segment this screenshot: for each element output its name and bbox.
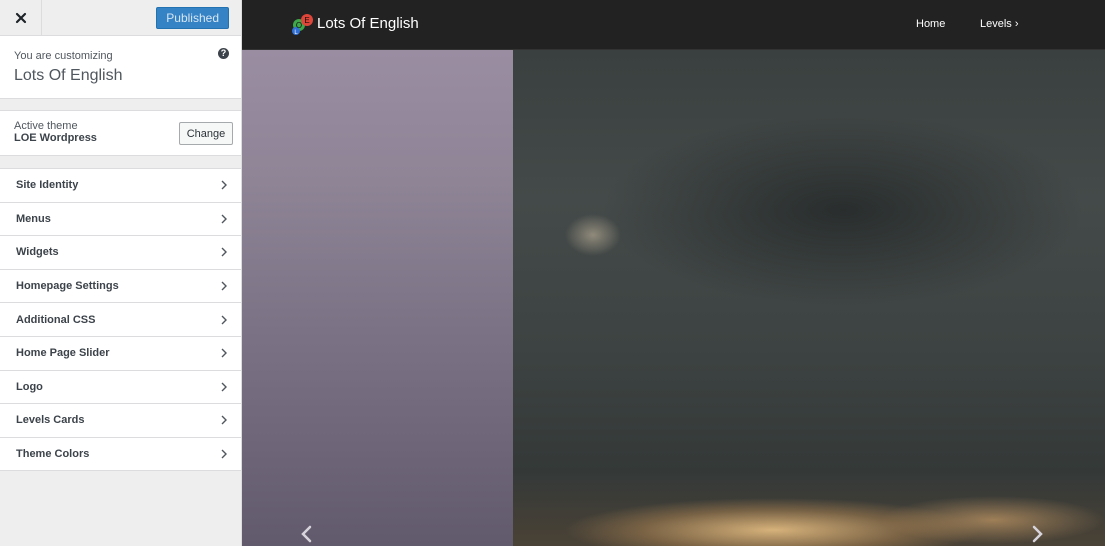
help-icon[interactable]: ? [218, 48, 229, 59]
site-navbar: O E L Lots Of English Home Levels › [242, 0, 1105, 50]
customize-info: You are customizing Lots Of English ? [0, 36, 241, 99]
panel-theme-colors[interactable]: Theme Colors [0, 437, 241, 472]
chevron-right-icon[interactable] [1032, 525, 1044, 543]
panel-label: Additional CSS [16, 313, 96, 326]
panel-homepage-settings[interactable]: Homepage Settings [0, 269, 241, 304]
customizer-header: Published [0, 0, 241, 36]
active-theme-label: Active theme [14, 120, 78, 132]
chevron-right-icon [221, 382, 227, 392]
chevron-right-icon [221, 281, 227, 291]
panel-label: Home Page Slider [16, 347, 110, 360]
customizer-panel-list: Site Identity Menus Widgets Homepage Set… [0, 168, 241, 472]
panel-label: Homepage Settings [16, 280, 119, 293]
panel-menus[interactable]: Menus [0, 202, 241, 237]
customizing-label: You are customizing [14, 50, 113, 62]
slider-image-left [242, 50, 513, 546]
panel-logo[interactable]: Logo [0, 370, 241, 405]
site-logo[interactable]: O E L [290, 13, 316, 37]
slider-image-sky [513, 50, 1105, 546]
chevron-right-icon [221, 180, 227, 190]
panel-widgets[interactable]: Widgets [0, 236, 241, 270]
close-icon [15, 12, 26, 24]
panel-label: Theme Colors [16, 448, 90, 461]
close-customizer-button[interactable] [0, 0, 42, 36]
nav-home-link[interactable]: Home [916, 18, 945, 30]
chevron-right-icon [221, 348, 227, 358]
chevron-right-icon [221, 315, 227, 325]
chevron-left-icon[interactable] [300, 525, 312, 543]
panel-levels-cards[interactable]: Levels Cards [0, 404, 241, 438]
chevron-right-icon [221, 214, 227, 224]
publish-button[interactable]: Published [156, 7, 229, 29]
panel-additional-css[interactable]: Additional CSS [0, 303, 241, 337]
logo-letter-o: O [296, 21, 302, 30]
logo-letter-e: E [304, 16, 309, 25]
panel-label: Widgets [16, 246, 59, 259]
panel-label: Site Identity [16, 179, 79, 192]
chevron-right-icon [221, 449, 227, 459]
chevron-right-icon [221, 415, 227, 425]
panel-home-page-slider[interactable]: Home Page Slider [0, 336, 241, 371]
active-theme-section: Active theme LOE Wordpress Change [0, 110, 241, 156]
site-preview: O E L Lots Of English Home Levels › [242, 0, 1105, 546]
change-theme-button[interactable]: Change [179, 122, 233, 145]
panel-site-identity[interactable]: Site Identity [0, 169, 241, 203]
customizer-sidebar: Published You are customizing Lots Of En… [0, 0, 242, 546]
panel-label: Logo [16, 380, 43, 393]
active-theme-name: LOE Wordpress [14, 132, 97, 144]
site-title-link[interactable]: Lots Of English [317, 15, 419, 32]
panel-label: Menus [16, 212, 51, 225]
nav-levels-link[interactable]: Levels › [980, 18, 1019, 30]
customizing-site-title: Lots Of English [14, 67, 123, 84]
panel-label: Levels Cards [16, 414, 85, 427]
chevron-right-icon [221, 247, 227, 257]
